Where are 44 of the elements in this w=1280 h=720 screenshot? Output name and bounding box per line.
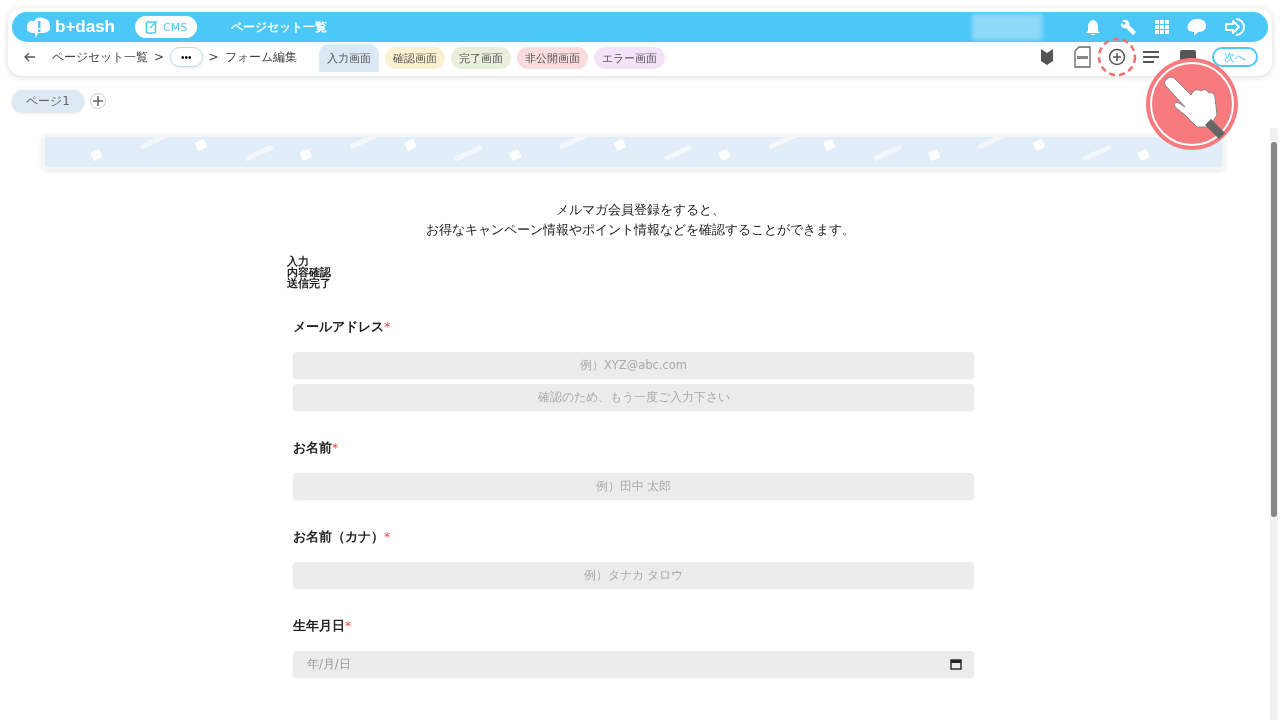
step-label: 内容確認 bbox=[287, 267, 332, 278]
breadcrumb-link[interactable]: ページセット一覧 bbox=[52, 48, 148, 66]
wrench-icon[interactable] bbox=[1118, 17, 1138, 37]
calendar-icon[interactable] bbox=[950, 658, 962, 670]
page-title: ページセット一覧 bbox=[231, 18, 328, 36]
field-label: お名前 bbox=[293, 440, 332, 455]
add-circle-icon[interactable] bbox=[1108, 48, 1126, 66]
highlight-ring bbox=[1097, 37, 1137, 77]
input-field[interactable]: 例）田中 太郎 bbox=[293, 473, 974, 499]
logout-icon[interactable] bbox=[1224, 17, 1246, 37]
intro-text: お得なキャンペーン情報やポイント情報などを確認することができます。 bbox=[424, 221, 856, 239]
screen-tab[interactable]: 入力画面 bbox=[318, 44, 379, 72]
breadcrumb-separator: > bbox=[154, 50, 165, 64]
screen-tab[interactable]: 非公開画面 bbox=[516, 47, 588, 69]
intro-text: メルマガ会員登録をすると、 bbox=[554, 201, 726, 219]
grid-icon[interactable] bbox=[1154, 19, 1170, 35]
scrollbar[interactable] bbox=[1270, 128, 1278, 720]
user-info bbox=[972, 14, 1042, 40]
logo-text: b+dash bbox=[55, 17, 115, 37]
required-mark: * bbox=[384, 529, 391, 544]
beginner-mark-icon[interactable] bbox=[1040, 48, 1054, 66]
breadcrumb-separator: > bbox=[208, 50, 219, 64]
list-icon[interactable] bbox=[1142, 50, 1160, 64]
clipboard-icon bbox=[145, 20, 159, 34]
step-label: 送信完了 bbox=[287, 278, 332, 289]
bell-icon[interactable] bbox=[1084, 18, 1102, 36]
chat-bubble-icon[interactable] bbox=[1186, 17, 1208, 37]
page-tab[interactable]: ページ1 bbox=[12, 90, 84, 112]
screen-tab[interactable]: エラー画面 bbox=[593, 47, 665, 69]
required-mark: * bbox=[332, 440, 339, 455]
field-label: 生年月日 bbox=[293, 618, 345, 633]
field-label: メールアドレス bbox=[293, 319, 384, 334]
screen-tab[interactable]: 完了画面 bbox=[450, 47, 511, 69]
add-page-button[interactable] bbox=[90, 93, 106, 109]
more-button[interactable]: ••• bbox=[170, 47, 203, 67]
cloud-logo-icon bbox=[26, 15, 52, 39]
required-mark: * bbox=[345, 618, 352, 633]
screen-tab[interactable]: 確認画面 bbox=[384, 47, 445, 69]
input-field[interactable]: 例）XYZ@abc.com bbox=[293, 352, 974, 378]
step-label: 入力 bbox=[287, 256, 309, 267]
required-mark: * bbox=[384, 319, 391, 334]
field-label: お名前（カナ） bbox=[293, 529, 384, 544]
breadcrumb-link[interactable]: フォーム編集 bbox=[224, 48, 297, 66]
back-arrow-icon[interactable] bbox=[24, 52, 36, 62]
